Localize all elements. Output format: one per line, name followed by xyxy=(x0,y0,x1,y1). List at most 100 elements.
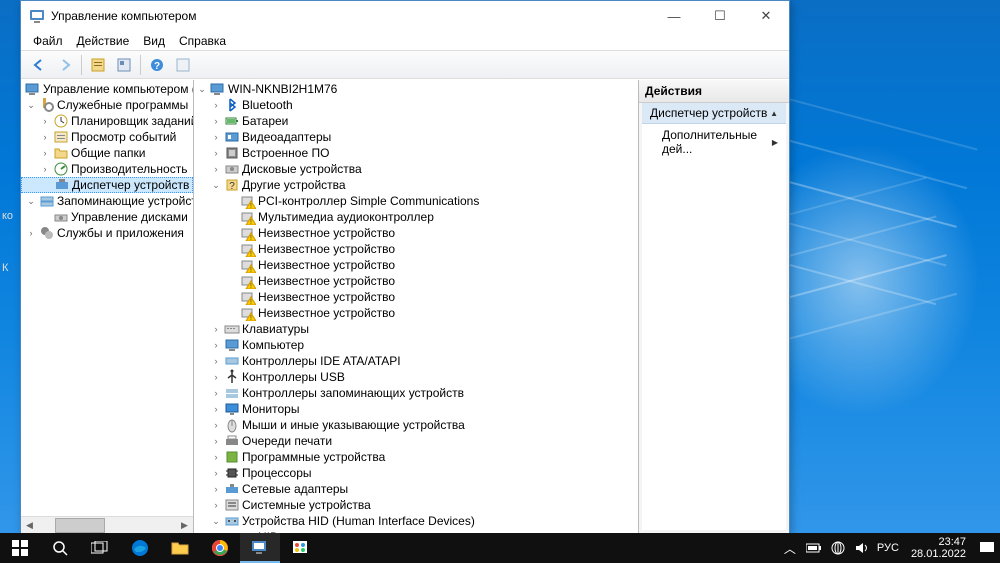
expander-icon[interactable]: › xyxy=(210,115,222,127)
expander-icon[interactable]: › xyxy=(210,323,222,335)
minimize-button[interactable]: — xyxy=(651,1,697,31)
tree-device-manager[interactable]: Диспетчер устройств xyxy=(21,177,193,193)
menu-view[interactable]: Вид xyxy=(137,33,171,49)
device-item[interactable]: !Неизвестное устройство xyxy=(194,257,638,273)
edge-browser[interactable] xyxy=(120,533,160,563)
device-item[interactable]: !Неизвестное устройство xyxy=(194,305,638,321)
computer-management-taskbar[interactable] xyxy=(240,533,280,563)
expander-icon[interactable]: › xyxy=(210,499,222,511)
expander-icon[interactable]: › xyxy=(210,403,222,415)
scroll-thumb[interactable] xyxy=(55,518,105,533)
expander-icon[interactable]: › xyxy=(210,339,222,351)
search-button[interactable] xyxy=(40,533,80,563)
tray-chevron-icon[interactable]: ︿ xyxy=(781,540,799,557)
device-item[interactable]: !PCI-контроллер Simple Communications xyxy=(194,193,638,209)
device-category[interactable]: ›Контроллеры USB xyxy=(194,369,638,385)
menu-file[interactable]: Файл xyxy=(27,33,69,49)
expander-icon[interactable]: ⌄ xyxy=(210,515,222,527)
expander-icon[interactable]: › xyxy=(210,483,222,495)
actions-more[interactable]: Дополнительные дей... ▶ xyxy=(642,124,786,160)
horizontal-scrollbar[interactable]: ◀ ▶ xyxy=(21,516,193,533)
device-item[interactable]: !Неизвестное устройство xyxy=(194,273,638,289)
device-category[interactable]: ›Контроллеры запоминающих устройств xyxy=(194,385,638,401)
expander-icon[interactable]: ⌄ xyxy=(25,195,37,207)
left-tree-pane[interactable]: Управление компьютером (л ⌄ Служебные пр… xyxy=(21,80,194,533)
scroll-left-icon[interactable]: ◀ xyxy=(21,517,38,534)
expander-icon[interactable]: › xyxy=(210,163,222,175)
device-category[interactable]: ›Видеоадаптеры xyxy=(194,129,638,145)
expander-icon[interactable]: › xyxy=(210,387,222,399)
expander-icon[interactable]: › xyxy=(210,467,222,479)
close-button[interactable]: ✕ xyxy=(743,1,789,31)
paint-app[interactable] xyxy=(280,533,320,563)
device-category[interactable]: ›Встроенное ПО xyxy=(194,145,638,161)
scroll-right-icon[interactable]: ▶ xyxy=(176,517,193,534)
device-category[interactable]: ›Мыши и иные указывающие устройства xyxy=(194,417,638,433)
notifications-icon[interactable] xyxy=(978,539,996,557)
language-indicator[interactable]: РУС xyxy=(877,542,899,554)
device-category[interactable]: ›Программные устройства xyxy=(194,449,638,465)
device-category[interactable]: ›Мониторы xyxy=(194,401,638,417)
expander-icon[interactable]: › xyxy=(210,147,222,159)
start-button[interactable] xyxy=(0,533,40,563)
expander-icon[interactable]: › xyxy=(25,227,37,239)
clock[interactable]: 23:47 28.01.2022 xyxy=(905,536,972,560)
file-explorer[interactable] xyxy=(160,533,200,563)
tool-help[interactable]: ? xyxy=(145,54,169,76)
tool-properties[interactable] xyxy=(112,54,136,76)
device-category[interactable]: ⌄Устройства HID (Human Interface Devices… xyxy=(194,513,638,529)
back-button[interactable] xyxy=(27,54,51,76)
menu-help[interactable]: Справка xyxy=(173,33,232,49)
device-category[interactable]: ›Дисковые устройства xyxy=(194,161,638,177)
actions-subheader[interactable]: Диспетчер устройств ▲ xyxy=(642,103,786,124)
expander-icon[interactable]: › xyxy=(210,451,222,463)
expander-icon[interactable]: ⌄ xyxy=(25,99,37,111)
tree-system-tools[interactable]: ⌄ Служебные программы xyxy=(21,97,193,113)
task-view-button[interactable] xyxy=(80,533,120,563)
expander-icon[interactable]: › xyxy=(39,115,51,127)
tree-services[interactable]: › Службы и приложения xyxy=(21,225,193,241)
tree-performance[interactable]: › Производительность xyxy=(21,161,193,177)
expander-icon[interactable]: ⌄ xyxy=(196,83,208,95)
tree-shared-folders[interactable]: › Общие папки xyxy=(21,145,193,161)
device-category[interactable]: ›Очереди печати xyxy=(194,433,638,449)
device-tree-root[interactable]: ⌄WIN-NKNBI2H1M76 xyxy=(194,81,638,97)
tool-scan[interactable] xyxy=(86,54,110,76)
titlebar[interactable]: Управление компьютером — ☐ ✕ xyxy=(21,1,789,31)
device-category[interactable]: ›Контроллеры IDE ATA/ATAPI xyxy=(194,353,638,369)
network-icon[interactable] xyxy=(829,541,847,555)
tree-task-scheduler[interactable]: › Планировщик заданий xyxy=(21,113,193,129)
expander-icon[interactable]: › xyxy=(39,147,51,159)
expander-icon[interactable]: › xyxy=(210,435,222,447)
expander-icon[interactable]: › xyxy=(210,131,222,143)
tree-root[interactable]: Управление компьютером (л xyxy=(21,81,193,97)
expander-icon[interactable]: › xyxy=(210,419,222,431)
device-category[interactable]: ⌄?Другие устройства xyxy=(194,177,638,193)
chrome-browser[interactable] xyxy=(200,533,240,563)
device-item[interactable]: !Неизвестное устройство xyxy=(194,289,638,305)
expander-icon[interactable]: › xyxy=(39,131,51,143)
device-tree-pane[interactable]: ⌄WIN-NKNBI2H1M76›Bluetooth›Батареи›Видео… xyxy=(194,80,639,533)
expander-icon[interactable]: › xyxy=(39,163,51,175)
device-item[interactable]: !Неизвестное устройство xyxy=(194,241,638,257)
device-category[interactable]: ›Сетевые адаптеры xyxy=(194,481,638,497)
device-category[interactable]: ›Системные устройства xyxy=(194,497,638,513)
taskbar[interactable]: ︿ РУС 23:47 28.01.2022 xyxy=(0,533,1000,563)
expander-icon[interactable]: ⌄ xyxy=(210,179,222,191)
collapse-icon[interactable]: ▲ xyxy=(770,109,778,118)
device-item[interactable]: !Неизвестное устройство xyxy=(194,225,638,241)
device-category[interactable]: ›Компьютер xyxy=(194,337,638,353)
device-category[interactable]: ›Клавиатуры xyxy=(194,321,638,337)
menu-action[interactable]: Действие xyxy=(71,33,136,49)
device-category[interactable]: ›Процессоры xyxy=(194,465,638,481)
device-category[interactable]: ›Батареи xyxy=(194,113,638,129)
battery-icon[interactable] xyxy=(805,543,823,553)
expander-icon[interactable]: › xyxy=(210,371,222,383)
device-category[interactable]: ›Bluetooth xyxy=(194,97,638,113)
expander-icon[interactable]: › xyxy=(210,355,222,367)
expander-icon[interactable]: › xyxy=(210,99,222,111)
tool-refresh[interactable] xyxy=(171,54,195,76)
maximize-button[interactable]: ☐ xyxy=(697,1,743,31)
tree-event-viewer[interactable]: › Просмотр событий xyxy=(21,129,193,145)
forward-button[interactable] xyxy=(53,54,77,76)
